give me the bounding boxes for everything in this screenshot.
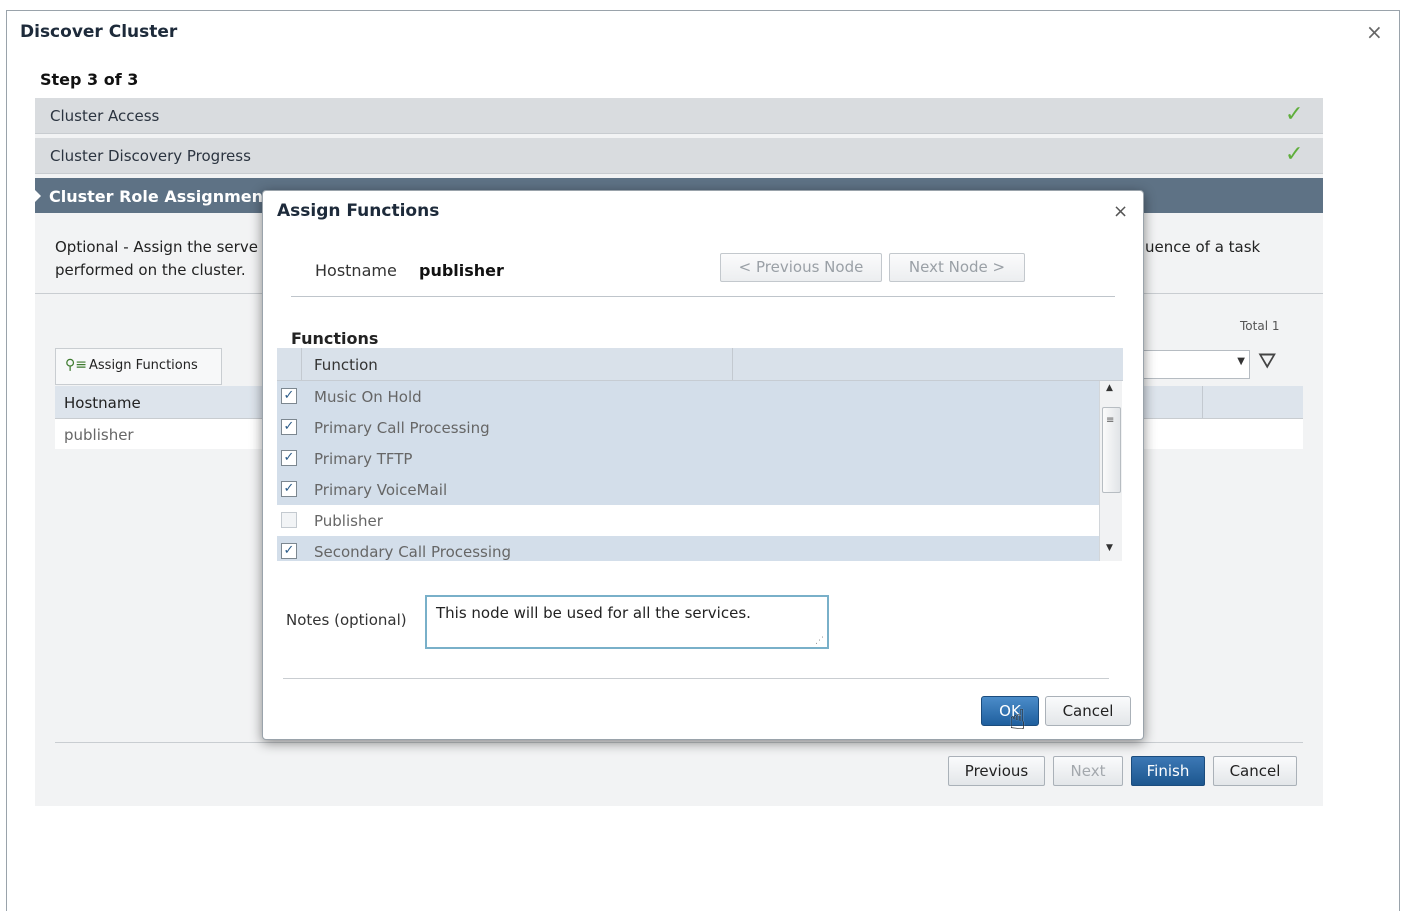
cancel-button[interactable]: Cancel (1213, 756, 1297, 786)
column-separator (301, 348, 302, 380)
checkmark-icon: ✓ (1285, 142, 1304, 167)
hand-cursor-icon: ☝ (1009, 703, 1027, 736)
scrollbar[interactable]: ▲ ≡ ▼ (1099, 381, 1122, 561)
functions-grid: Function ✓ Music On Hold ✓ Primary Call … (277, 348, 1123, 561)
hostname-label: Hostname (315, 261, 397, 280)
expand-arrow-icon (33, 188, 41, 204)
close-icon[interactable]: × (1366, 20, 1383, 44)
scroll-up-icon[interactable]: ▲ (1106, 383, 1113, 393)
function-checkbox[interactable]: ✓ (281, 481, 297, 497)
section-cluster-access[interactable]: Cluster Access ✓ (35, 98, 1323, 134)
total-count: Total 1 (1240, 319, 1280, 333)
function-row[interactable]: Publisher (277, 505, 1099, 536)
assign-functions-label: Assign Functions (89, 358, 198, 373)
hostname-cell: publisher (64, 426, 134, 444)
modal-title: Assign Functions (277, 201, 440, 221)
section-label: Cluster Role Assignment (49, 187, 271, 206)
function-row[interactable]: ✓ Music On Hold (277, 381, 1099, 412)
function-checkbox[interactable]: ✓ (281, 450, 297, 466)
function-checkbox[interactable] (281, 512, 297, 528)
column-separator (1202, 386, 1203, 418)
cancel-button[interactable]: Cancel (1045, 696, 1131, 726)
scroll-down-icon[interactable]: ▼ (1106, 543, 1113, 553)
function-name: Primary TFTP (314, 450, 413, 468)
divider (55, 742, 1303, 743)
functions-heading: Functions (291, 329, 379, 348)
notes-textarea[interactable]: This node will be used for all the servi… (425, 595, 829, 649)
function-row[interactable]: ✓ Primary Call Processing (277, 412, 1099, 443)
function-name: Primary Call Processing (314, 419, 490, 437)
next-button[interactable]: Next (1053, 756, 1123, 786)
step-indicator: Step 3 of 3 (40, 70, 139, 89)
column-separator (732, 348, 733, 380)
resize-grip-icon[interactable]: ⋰ (815, 636, 824, 646)
function-name: Secondary Call Processing (314, 543, 512, 561)
section-label: Cluster Access (50, 107, 160, 125)
previous-node-button[interactable]: < Previous Node (720, 253, 882, 282)
finish-button[interactable]: Finish (1131, 756, 1205, 786)
assign-functions-modal: Assign Functions × Hostname publisher < … (262, 190, 1144, 740)
function-row[interactable]: ✓ Primary TFTP (277, 443, 1099, 474)
function-checkbox[interactable]: ✓ (281, 388, 297, 404)
close-icon[interactable]: × (1113, 201, 1128, 222)
section-cluster-discovery-progress[interactable]: Cluster Discovery Progress ✓ (35, 138, 1323, 174)
section-label: Cluster Discovery Progress (50, 147, 251, 165)
column-hostname[interactable]: Hostname (64, 394, 141, 412)
filter-select[interactable]: ▼ (1140, 350, 1250, 379)
notes-text: This node will be used for all the servi… (436, 604, 751, 622)
description-line-right: uence of a task (1145, 238, 1261, 256)
divider (291, 296, 1115, 297)
function-checkbox[interactable]: ✓ (281, 543, 297, 559)
function-name: Primary VoiceMail (314, 481, 448, 499)
assign-functions-icon: ⚲≡ (65, 357, 87, 373)
column-function[interactable]: Function (314, 356, 378, 374)
previous-button[interactable]: Previous (948, 756, 1045, 786)
notes-label: Notes (optional) (286, 611, 407, 629)
assign-functions-button[interactable]: ⚲≡ Assign Functions (55, 348, 222, 385)
hostname-value: publisher (419, 261, 504, 280)
function-row[interactable]: ✓ Primary VoiceMail (277, 474, 1099, 505)
divider (283, 678, 1109, 679)
function-row[interactable]: ✓ Secondary Call Processing (277, 536, 1099, 561)
function-name: Publisher (314, 512, 383, 530)
checkmark-icon: ✓ (1285, 102, 1304, 127)
next-node-button[interactable]: Next Node > (889, 253, 1025, 282)
filter-icon[interactable]: ⛛ (1258, 349, 1276, 374)
chevron-down-icon: ▼ (1237, 356, 1245, 367)
grid-header: Function (277, 348, 1123, 381)
function-name: Music On Hold (314, 388, 422, 406)
dialog-title: Discover Cluster (20, 22, 178, 42)
function-checkbox[interactable]: ✓ (281, 419, 297, 435)
grip-icon: ≡ (1106, 415, 1115, 426)
